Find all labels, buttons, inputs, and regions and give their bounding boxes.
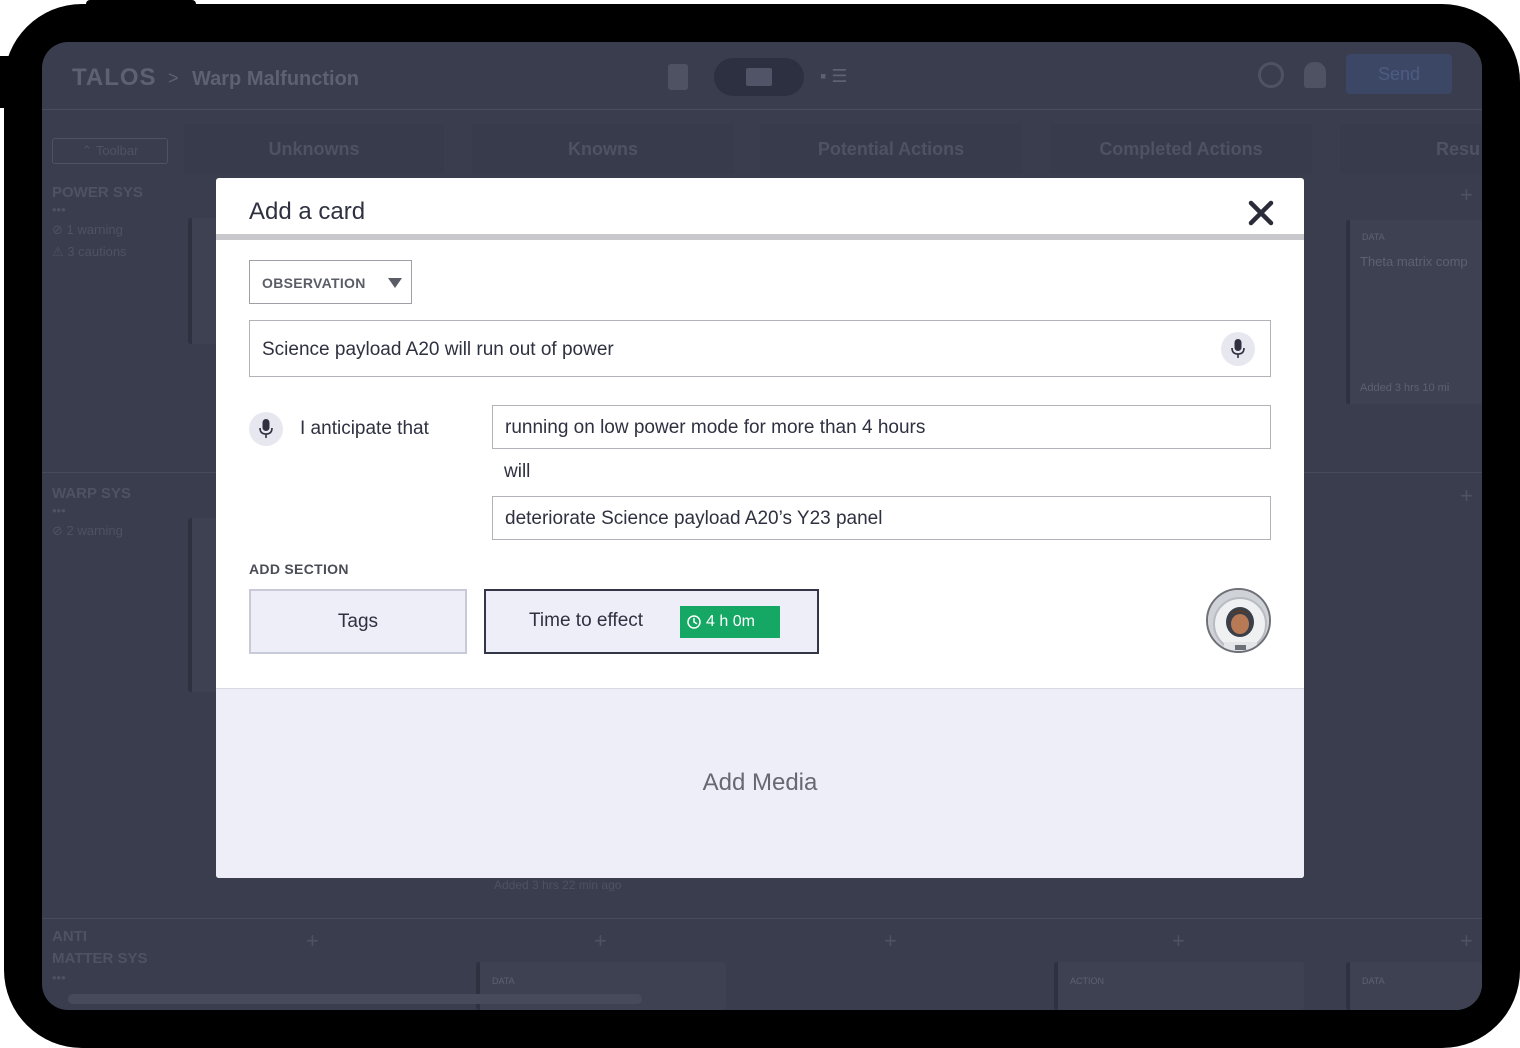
horizontal-scrollbar — [68, 994, 642, 1004]
background-card — [188, 218, 218, 344]
time-to-effect-badge: 4 h 0m — [680, 606, 780, 638]
row-warnings: ⊘ 1 warning — [52, 222, 123, 237]
app-logo: TALOS — [72, 64, 157, 91]
time-to-effect-label: Time to effect — [529, 610, 644, 631]
toolbar-button: ⌃ Toolbar — [52, 138, 168, 164]
background-card — [188, 518, 218, 692]
breadcrumb-separator: > — [168, 68, 179, 88]
row-warnings-text: 1 warning — [66, 222, 123, 237]
top-bar: TALOS > Warp Malfunction ▪ ☰ Send — [42, 42, 1482, 110]
add-card-plus: + — [306, 928, 319, 953]
card-meta: Added 3 hrs 22 min ago — [494, 878, 622, 892]
microphone-icon — [1231, 339, 1245, 358]
row-dots: ••• — [52, 503, 66, 518]
row-dots: ••• — [52, 970, 66, 985]
toolbar-label: Toolbar — [95, 143, 139, 158]
condition-input[interactable]: running on low power mode for more than … — [492, 405, 1271, 449]
chevron-down-icon — [388, 278, 402, 288]
effect-input[interactable]: deteriorate Science payload A20’s Y23 pa… — [492, 496, 1271, 540]
row-divider — [42, 918, 1482, 919]
add-media-label: Add Media — [702, 769, 818, 796]
card-type-value: OBSERVATION — [262, 275, 366, 291]
send-button: Send — [1346, 54, 1452, 94]
modal-header: Add a card — [216, 178, 1304, 240]
grid-icon — [746, 68, 772, 86]
effect-value: deteriorate Science payload A20’s Y23 pa… — [505, 508, 883, 529]
avatar[interactable] — [1206, 588, 1271, 653]
card-kind: DATA — [492, 976, 515, 986]
row-cautions-text: 3 cautions — [67, 244, 127, 259]
microphone-icon — [259, 419, 273, 438]
add-card-plus: + — [594, 928, 607, 953]
bell-icon — [1304, 62, 1326, 88]
clock-icon — [687, 615, 701, 629]
breadcrumb: Warp Malfunction — [192, 68, 360, 90]
time-to-effect-value: 4 h 0m — [706, 613, 755, 630]
card-meta: Added 3 hrs 10 mi — [1360, 382, 1450, 394]
add-section-label: ADD SECTION — [249, 561, 349, 577]
time-to-effect-button[interactable]: Time to effect 4 h 0m — [484, 589, 819, 654]
add-card-modal: Add a card OBSERVATION Science payload A… — [216, 178, 1304, 878]
modal-title: Add a card — [249, 198, 366, 225]
add-card-plus: + — [884, 928, 897, 953]
add-card-plus: + — [1460, 182, 1473, 207]
row-label-anti-matter-sys: ANTI MATTER SYS — [52, 928, 148, 967]
column-header-knowns: Knowns — [472, 124, 734, 174]
background-card: DATA Theta matrix comp Added 3 hrs 10 mi — [1346, 220, 1482, 404]
add-card-plus: + — [1172, 928, 1185, 953]
row-warnings-text: 2 warning — [66, 523, 123, 538]
condition-value: running on low power mode for more than … — [505, 417, 926, 438]
column-header-unknowns: Unknowns — [184, 124, 444, 174]
row-label-power-sys: POWER SYS — [52, 184, 143, 201]
card-kind: ACTION — [1070, 976, 1105, 986]
background-card: ACTION — [1054, 962, 1304, 1010]
row-label-warp-sys: WARP SYS — [52, 485, 131, 502]
row-cautions: ⚠ 3 cautions — [52, 244, 127, 259]
card-title-input[interactable]: Science payload A20 will run out of powe… — [249, 320, 1271, 377]
anticipate-label: I anticipate that — [300, 418, 429, 439]
column-header-results: Resu — [1340, 124, 1482, 174]
tags-button[interactable]: Tags — [249, 589, 467, 654]
card-kind: DATA — [1362, 232, 1385, 242]
row-warnings: ⊘ 2 warning — [52, 523, 123, 538]
grid-view-toggle — [714, 58, 804, 96]
list-icon: ▪ ☰ — [820, 66, 848, 86]
card-type-select[interactable]: OBSERVATION — [249, 260, 412, 304]
device-top-button — [86, 0, 196, 10]
history-icon — [1258, 62, 1284, 88]
column-header-potential-actions: Potential Actions — [760, 124, 1022, 174]
title-mic-button[interactable] — [1221, 332, 1255, 366]
astronaut-avatar-image — [1208, 590, 1269, 651]
card-text: Theta matrix comp — [1360, 254, 1468, 269]
card-title-value: Science payload A20 will run out of powe… — [262, 339, 614, 360]
row-dots: ••• — [52, 202, 66, 217]
close-icon — [1248, 200, 1274, 226]
add-card-plus: + — [1460, 928, 1473, 953]
close-button[interactable] — [1246, 198, 1276, 228]
card-kind: DATA — [1362, 976, 1385, 986]
add-media-area[interactable]: Add Media — [216, 688, 1304, 878]
column-header-completed-actions: Completed Actions — [1050, 124, 1312, 174]
will-label: will — [504, 461, 531, 482]
clipboard-icon — [668, 64, 688, 90]
background-card: DATA — [1346, 962, 1482, 1010]
anticipate-mic-button[interactable] — [249, 412, 283, 446]
device-side-button — [0, 56, 20, 108]
add-card-plus: + — [1460, 483, 1473, 508]
